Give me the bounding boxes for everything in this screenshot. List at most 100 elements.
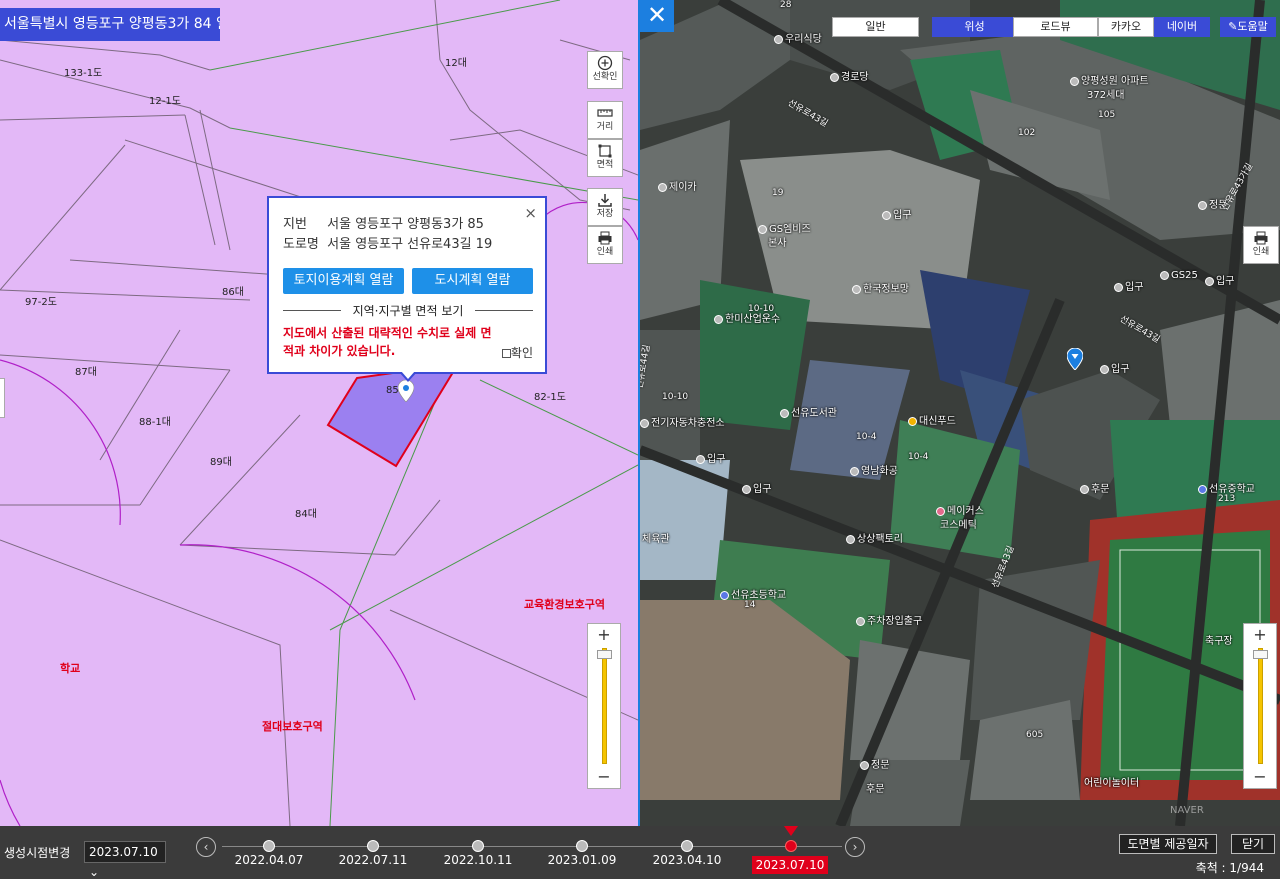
side-panel-toggle[interactable] — [0, 378, 5, 418]
building-number: 105 — [1098, 110, 1116, 120]
city-plan-button[interactable]: 도시계획 열람 — [412, 268, 533, 294]
poi-label[interactable]: 선유도서관 — [780, 404, 837, 419]
timeline-point-active[interactable] — [785, 840, 797, 852]
maptype-satellite-button[interactable]: 위성 — [932, 17, 1017, 37]
maptype-roadview-button[interactable]: 로드뷰 — [1013, 17, 1098, 37]
checkbox-box[interactable] — [501, 349, 511, 358]
poi-label[interactable]: 전기자동차충전소 — [640, 414, 725, 429]
poi-label[interactable]: 입구 — [1100, 360, 1129, 375]
print-icon — [598, 231, 612, 245]
poi-icon — [1198, 200, 1207, 210]
poi-icon — [860, 760, 869, 770]
poi-label[interactable]: 한국정보망 — [852, 280, 909, 295]
road-key: 도로명 — [283, 237, 319, 252]
poi-label[interactable]: 영남화공 — [850, 462, 898, 477]
zoom-track[interactable] — [1258, 648, 1263, 764]
zoom-out-button[interactable]: − — [1244, 767, 1276, 787]
parcel-label: 133-1도 — [64, 68, 103, 79]
building-number: 10-4 — [908, 452, 929, 462]
zoom-slider-handle[interactable] — [597, 650, 612, 659]
save-button[interactable]: 저장 — [587, 188, 623, 226]
satellite-print-button[interactable]: 인쇄 — [1243, 226, 1279, 264]
poi-label[interactable]: 대신푸드 — [908, 412, 956, 427]
poi-label[interactable]: 선유초등학교 — [720, 586, 786, 601]
timeline-date[interactable]: 2023.01.09 — [542, 853, 622, 867]
poi-label[interactable]: 정문 — [860, 756, 889, 771]
satellite-imagery — [640, 0, 1280, 826]
poi-label[interactable]: 주차장입출구 — [856, 612, 922, 627]
poi-label[interactable]: 우리식당 — [774, 30, 822, 45]
jibun-value: 서울 영등포구 양평동3가 85 — [327, 217, 484, 232]
location-pin-icon — [1067, 348, 1083, 370]
timeline-point[interactable] — [576, 840, 588, 852]
poi-label[interactable]: 선유중학교 — [1198, 480, 1255, 495]
parcel-label: 89대 — [210, 457, 232, 468]
poi-label[interactable]: 입구 — [696, 450, 725, 465]
poi-icon — [1198, 484, 1207, 494]
tool-label: 거리 — [596, 122, 614, 132]
poi-label[interactable]: 제이카 — [658, 178, 697, 193]
maptype-label: 위성 — [964, 20, 985, 33]
poi-icon — [936, 506, 945, 516]
area-section-title: 지역·지구별 면적 보기 — [283, 302, 533, 319]
area-button[interactable]: 면적 — [587, 139, 623, 177]
provider-naver-button[interactable]: 네이버 — [1154, 17, 1210, 37]
poi-label[interactable]: 입구 — [882, 206, 911, 221]
zoom-in-button[interactable]: + — [588, 625, 620, 645]
timeline-prev-button[interactable]: ‹ — [196, 837, 216, 857]
poi-icon — [1080, 484, 1089, 494]
zoom-out-button[interactable]: − — [588, 767, 620, 787]
zoom-in-button[interactable]: + — [1244, 625, 1276, 645]
timeline-point[interactable] — [263, 840, 275, 852]
poi-label[interactable]: 메이커스 — [936, 502, 984, 517]
zoom-slider-handle[interactable] — [1253, 650, 1268, 659]
poi-icon — [1100, 364, 1109, 374]
distance-button[interactable]: 거리 — [587, 101, 623, 139]
creation-date-select[interactable]: 2023.07.10 ⌄ — [84, 841, 166, 879]
poi-label[interactable]: GS엠비즈 — [758, 220, 811, 235]
close-button[interactable]: 닫기 — [1231, 834, 1275, 854]
timeline-point[interactable] — [472, 840, 484, 852]
print-button[interactable]: 인쇄 — [587, 226, 623, 264]
satellite-map[interactable]: ✕ 일반 위성 로드뷰 카카오 네이버 ✎도움말 인쇄 + − 우리식당 경로당… — [640, 0, 1280, 826]
popup-tail-inner — [401, 371, 415, 379]
zoom-track[interactable] — [602, 648, 607, 764]
provide-date-button[interactable]: 도면별 제공일자 — [1119, 834, 1217, 854]
maptype-normal-button[interactable]: 일반 — [832, 17, 919, 37]
poi-label: 어린이놀이터 — [1084, 778, 1140, 789]
poi-icon — [714, 314, 723, 324]
timeline-next-button[interactable]: › — [845, 837, 865, 857]
poi-label[interactable]: 후문 — [1080, 480, 1109, 495]
provider-kakao-button[interactable]: 카카오 — [1098, 17, 1154, 37]
poi-icon — [852, 284, 861, 294]
timeline-bar: 생성시점변경 2023.07.10 ⌄ ‹ › 2022.04.07 2022.… — [0, 826, 1280, 879]
timeline-point[interactable] — [681, 840, 693, 852]
help-button[interactable]: ✎도움말 — [1220, 17, 1276, 37]
poi-label[interactable]: 입구 — [742, 480, 771, 495]
parcel-label: 12-1도 — [149, 96, 181, 107]
timeline-date-active[interactable]: 2023.07.10 — [752, 856, 828, 874]
poi-label[interactable]: GS25 — [1160, 270, 1198, 281]
chevron-down-icon: ⌄ — [89, 865, 100, 879]
timeline-date[interactable]: 2022.04.07 — [229, 853, 309, 867]
timeline-point[interactable] — [367, 840, 379, 852]
parcel-label: 12대 — [445, 58, 467, 69]
popup-close-button[interactable]: × — [524, 204, 537, 222]
poi-icon — [830, 72, 839, 82]
timeline-date[interactable]: 2022.07.11 — [333, 853, 413, 867]
timeline-date[interactable]: 2023.04.10 — [647, 853, 727, 867]
timeline-date[interactable]: 2022.10.11 — [438, 853, 518, 867]
cadastral-map[interactable]: 서울특별시 영등포구 양평동3가 84 일대 133-1도 12-1도 12대 … — [0, 0, 638, 826]
land-use-plan-button[interactable]: 토지이용계획 열람 — [283, 268, 404, 294]
poi-label[interactable]: 상상팩토리 — [846, 530, 903, 545]
poi-label[interactable]: 입구 — [1114, 278, 1143, 293]
poi-label[interactable]: 입구 — [1205, 272, 1234, 287]
poi-label[interactable]: 양평성원 아파트 — [1070, 72, 1149, 87]
chevron-right-icon: › — [852, 840, 858, 854]
confirm-checkbox[interactable]: 확인 — [501, 344, 533, 361]
select-check-button[interactable]: 선확인 — [587, 51, 623, 89]
close-satellite-button[interactable]: ✕ — [640, 0, 674, 32]
parcel-label: 82-1도 — [534, 392, 566, 403]
poi-label[interactable]: 경로당 — [830, 68, 869, 83]
zone-label: 학교 — [60, 662, 81, 675]
